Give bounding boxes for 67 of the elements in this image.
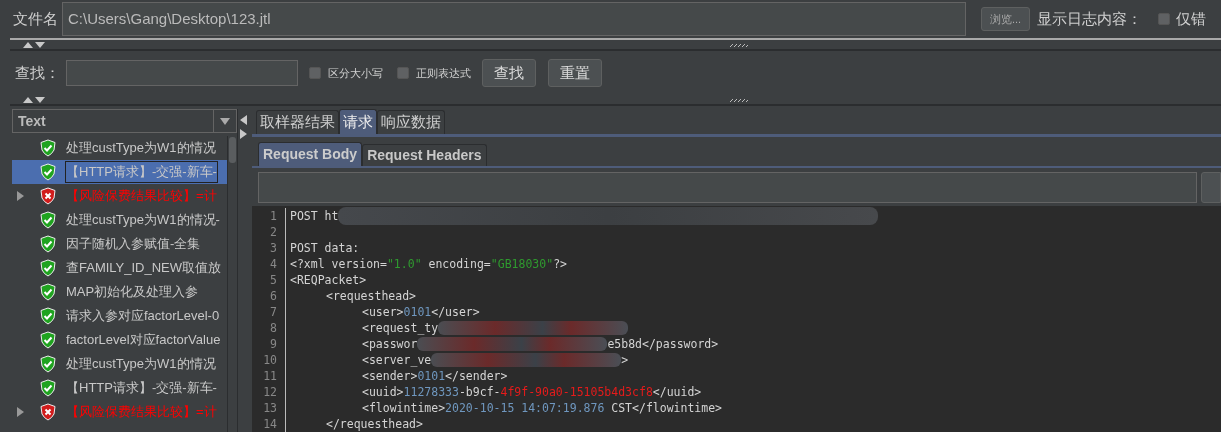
checkbox[interactable]: [397, 67, 409, 79]
log-content-label: 显示日志内容：: [1037, 8, 1143, 29]
result-tree-item[interactable]: 【HTTP请求】-交强-新车-: [12, 376, 227, 400]
result-tree-item[interactable]: 因子随机入参赋值-全集: [12, 232, 227, 256]
tab[interactable]: Request Headers: [362, 144, 487, 166]
result-tree-item[interactable]: 处理custType为W1的情况: [12, 136, 227, 160]
code-line: <REQPacket>: [290, 272, 368, 288]
filter-field[interactable]: [258, 171, 1198, 203]
code-line: <user>0101</user>: [361, 304, 481, 320]
result-tree-item[interactable]: 请求入参对应factorLevel-0: [12, 304, 227, 328]
renderer-dropdown[interactable]: Text: [12, 109, 237, 133]
expand-arrow-icon[interactable]: [16, 407, 24, 417]
file-path-field[interactable]: C:\Users\Gang\Desktop\123.jtl: [62, 2, 966, 36]
splitter-grip-icon[interactable]: [729, 43, 749, 48]
scrollbar[interactable]: [227, 136, 237, 432]
line-number: 2: [270, 224, 277, 240]
line-number: 8: [270, 320, 277, 336]
checkbox-label: 仅错: [1176, 8, 1207, 29]
line-number: 4: [270, 256, 277, 272]
result-tree-item[interactable]: 查FAMILY_ID_NEW取值放: [12, 256, 227, 280]
reset-button[interactable]: 重置: [548, 59, 602, 87]
result-tree-item[interactable]: 处理custType为W1的情况: [12, 352, 227, 376]
line-number: 13: [263, 400, 277, 416]
find-button[interactable]: 查找: [482, 59, 536, 87]
collapse-arrows-icon[interactable]: [22, 96, 46, 104]
code-line: <server_ve >: [361, 352, 630, 368]
result-tree-item[interactable]: factorLevel对应factorValue: [12, 328, 227, 352]
line-number: 5: [270, 272, 277, 288]
line-number: 11: [263, 368, 277, 384]
browse-button[interactable]: 浏览...: [981, 7, 1031, 31]
result-tree-item[interactable]: 处理custType为W1的情况-: [12, 208, 227, 232]
code-line: </requesthead>: [325, 416, 424, 432]
line-number: 14: [263, 416, 277, 432]
collapse-arrows-icon[interactable]: [22, 41, 46, 49]
line-number: 10: [263, 352, 277, 368]
code-editor[interactable]: [252, 206, 1221, 432]
line-number: 12: [263, 384, 277, 400]
search-field[interactable]: [66, 60, 298, 86]
checkbox[interactable]: [309, 67, 321, 79]
dropdown-arrow-icon: [220, 117, 230, 125]
tab[interactable]: 响应数据: [377, 110, 445, 134]
search-label: 查找：: [14, 62, 61, 83]
code-line: <requesthead>: [325, 288, 417, 304]
tab[interactable]: 请求: [339, 109, 377, 134]
code-line: POST ht: [290, 208, 879, 224]
tab[interactable]: Request Body: [258, 142, 363, 166]
line-number: 6: [270, 288, 277, 304]
collapse-left-icon[interactable]: [240, 115, 247, 139]
code-line: <request_ty: [290, 320, 879, 336]
line-number: 7: [270, 304, 277, 320]
expand-arrow-icon[interactable]: [16, 191, 24, 201]
line-number: 3: [270, 240, 277, 256]
code-line: <?xml version="1.0" encoding="GB18030"?>: [290, 256, 568, 272]
splitter-grip-icon[interactable]: [729, 98, 749, 103]
line-number: 9: [270, 336, 277, 352]
field-label: 文件名: [12, 8, 59, 29]
code-line: <passwor e5b8d</password>: [361, 336, 720, 352]
code-line: <sender>0101</sender>: [361, 368, 509, 384]
line-number: 1: [270, 208, 277, 224]
code-line: <flowintime>2020-10-15 14:07:19.876 CST</flowintime>: [361, 400, 724, 416]
result-tree-item[interactable]: MAP初始化及处理入参: [12, 280, 227, 304]
code-line: POST data:: [290, 240, 361, 256]
checkbox-label: 区分大小写: [328, 65, 383, 81]
tab[interactable]: 取样器结果: [256, 110, 339, 134]
checkbox[interactable]: [1158, 13, 1171, 25]
checkbox-label: 正则表达式: [416, 65, 471, 81]
code-line: <uuid>11278333-b9cf-4f9f-90a0-15105b4d3cf8</uuid>: [361, 384, 703, 400]
